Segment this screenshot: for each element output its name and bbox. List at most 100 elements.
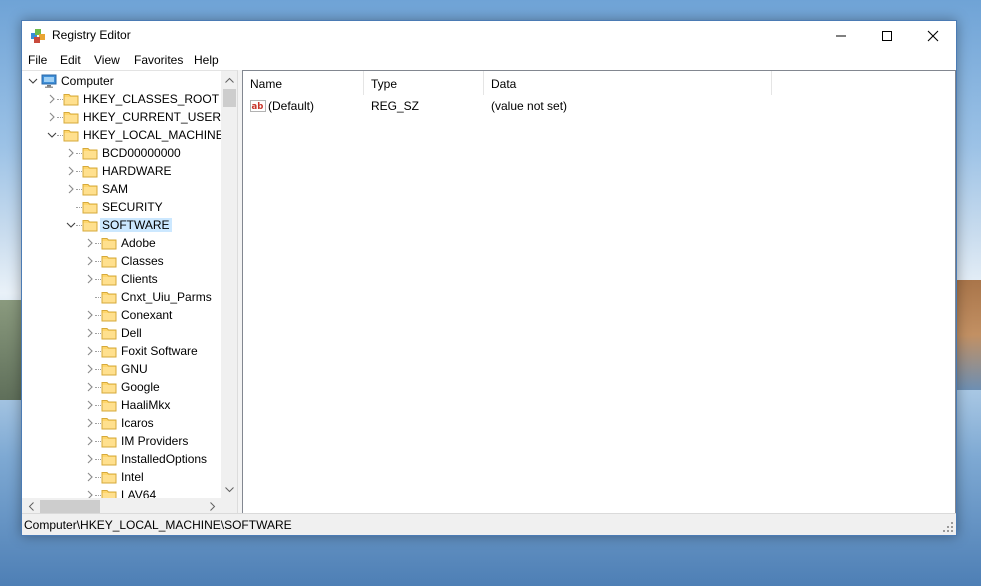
minimize-button[interactable] xyxy=(818,21,864,50)
folder-glyph xyxy=(101,472,117,484)
resize-grip-icon[interactable] xyxy=(942,521,954,533)
tree-item-cnxt-uiu-parms[interactable]: Cnxt_Uiu_Parms xyxy=(22,288,221,306)
menu-bar: File Edit View Favorites Help xyxy=(22,50,956,70)
close-button[interactable] xyxy=(910,21,956,50)
column-header-name[interactable]: Name xyxy=(243,71,364,95)
tree-item-clients[interactable]: Clients xyxy=(22,270,221,288)
chevron-down-icon xyxy=(28,78,38,84)
expand-toggle-open[interactable] xyxy=(27,74,39,88)
tree-vertical-scrollbar[interactable] xyxy=(221,71,237,498)
tree-item-label: SECURITY xyxy=(102,200,163,214)
folder-icon xyxy=(63,91,79,107)
tree-item-intel[interactable]: Intel xyxy=(22,468,221,486)
folder-glyph xyxy=(101,292,117,304)
folder-glyph xyxy=(63,130,79,142)
tree-item-dell[interactable]: Dell xyxy=(22,324,221,342)
values-list-pane[interactable]: Name Type Data ab (Default) REG_SZ (valu… xyxy=(242,70,956,514)
folder-icon xyxy=(101,325,117,341)
menu-favorites[interactable]: Favorites xyxy=(134,53,183,67)
value-name: (Default) xyxy=(268,99,315,113)
folder-glyph xyxy=(101,274,117,286)
title-bar[interactable]: Registry Editor xyxy=(22,21,956,50)
window-title: Registry Editor xyxy=(52,28,131,42)
folder-icon xyxy=(101,235,117,251)
folder-glyph xyxy=(101,346,117,358)
folder-glyph xyxy=(101,256,117,268)
tree-item-label: GNU xyxy=(121,362,148,376)
tree-item-hkey-current-user[interactable]: HKEY_CURRENT_USER xyxy=(22,108,221,126)
folder-icon xyxy=(63,109,79,125)
menu-edit[interactable]: Edit xyxy=(60,53,81,67)
chevron-down-icon xyxy=(225,486,234,492)
column-header-data[interactable]: Data xyxy=(484,71,772,95)
tree-item-software[interactable]: SOFTWARE xyxy=(22,216,221,234)
tree-item-computer[interactable]: Computer xyxy=(22,72,221,90)
maximize-button[interactable] xyxy=(864,21,910,50)
tree-item-conexant[interactable]: Conexant xyxy=(22,306,221,324)
tree-item-gnu[interactable]: GNU xyxy=(22,360,221,378)
tree-item-label: IM Providers xyxy=(121,434,189,448)
tree-item-label: HKEY_LOCAL_MACHINE xyxy=(83,128,221,142)
svg-text:ab: ab xyxy=(252,102,264,112)
tree-item-lav64[interactable]: LAV64 xyxy=(22,486,221,498)
folder-icon xyxy=(82,199,98,215)
folder-icon xyxy=(101,379,117,395)
tree-item-hkey-classes-root[interactable]: HKEY_CLASSES_ROOT xyxy=(22,90,221,108)
tree-item-sam[interactable]: SAM xyxy=(22,180,221,198)
tree-horizontal-scroll-thumb[interactable] xyxy=(40,500,100,513)
tree-item-label: Clients xyxy=(121,272,158,286)
folder-glyph xyxy=(82,220,98,232)
scroll-right-arrow[interactable] xyxy=(204,498,221,514)
key-tree-pane[interactable]: Computer HKEY_CLASSES_ROOT HKEY_CURRENT_US… xyxy=(22,70,238,514)
column-header-type[interactable]: Type xyxy=(364,71,484,95)
folder-icon xyxy=(82,181,98,197)
folder-glyph xyxy=(101,418,117,430)
folder-glyph xyxy=(63,94,79,106)
tree-item-adobe[interactable]: Adobe xyxy=(22,234,221,252)
tree-item-icaros[interactable]: Icaros xyxy=(22,414,221,432)
tree-item-foxit-software[interactable]: Foxit Software xyxy=(22,342,221,360)
tree-item-google[interactable]: Google xyxy=(22,378,221,396)
tree-item-label: HKEY_CLASSES_ROOT xyxy=(83,92,220,106)
tree-item-im-providers[interactable]: IM Providers xyxy=(22,432,221,450)
folder-glyph xyxy=(101,364,117,376)
tree-item-bcd00000000[interactable]: BCD00000000 xyxy=(22,144,221,162)
folder-icon xyxy=(101,487,117,498)
tree-item-hkey-local-machine[interactable]: HKEY_LOCAL_MACHINE xyxy=(22,126,221,144)
folder-glyph xyxy=(82,202,98,214)
chevron-left-icon xyxy=(28,502,34,511)
expand-toggle-closed[interactable] xyxy=(84,488,96,498)
folder-icon xyxy=(101,271,117,287)
key-tree[interactable]: Computer HKEY_CLASSES_ROOT HKEY_CURRENT_US… xyxy=(22,71,221,498)
menu-help[interactable]: Help xyxy=(194,53,219,67)
tree-item-label: Dell xyxy=(121,326,142,340)
tree-item-installedoptions[interactable]: InstalledOptions xyxy=(22,450,221,468)
tree-vertical-scroll-thumb[interactable] xyxy=(223,89,236,107)
tree-item-label: SAM xyxy=(102,182,129,196)
scrollbar-corner xyxy=(221,498,237,514)
tree-horizontal-scrollbar[interactable] xyxy=(22,498,221,514)
tree-item-label: Adobe xyxy=(121,236,156,250)
folder-glyph xyxy=(82,166,98,178)
folder-glyph xyxy=(101,310,117,322)
tree-item-hardware[interactable]: HARDWARE xyxy=(22,162,221,180)
value-row[interactable]: ab (Default) REG_SZ (value not set) xyxy=(243,97,955,115)
folder-glyph xyxy=(101,490,117,498)
folder-icon xyxy=(101,469,117,485)
scroll-down-arrow[interactable] xyxy=(221,481,237,498)
folder-glyph xyxy=(101,382,117,394)
maximize-icon xyxy=(882,30,892,41)
tree-item-security[interactable]: SECURITY xyxy=(22,198,221,216)
scroll-up-arrow[interactable] xyxy=(221,71,237,88)
tree-item-label: Foxit Software xyxy=(121,344,198,358)
menu-file[interactable]: File xyxy=(28,53,47,67)
folder-glyph xyxy=(101,436,117,448)
desktop-background-right xyxy=(955,280,981,390)
desktop-background-left xyxy=(0,300,22,400)
scroll-left-arrow[interactable] xyxy=(22,498,39,514)
tree-item-haalimkx[interactable]: HaaliMkx xyxy=(22,396,221,414)
tree-item-label: BCD00000000 xyxy=(102,146,181,160)
tree-item-classes[interactable]: Classes xyxy=(22,252,221,270)
folder-icon xyxy=(101,397,117,413)
menu-view[interactable]: View xyxy=(94,53,120,67)
